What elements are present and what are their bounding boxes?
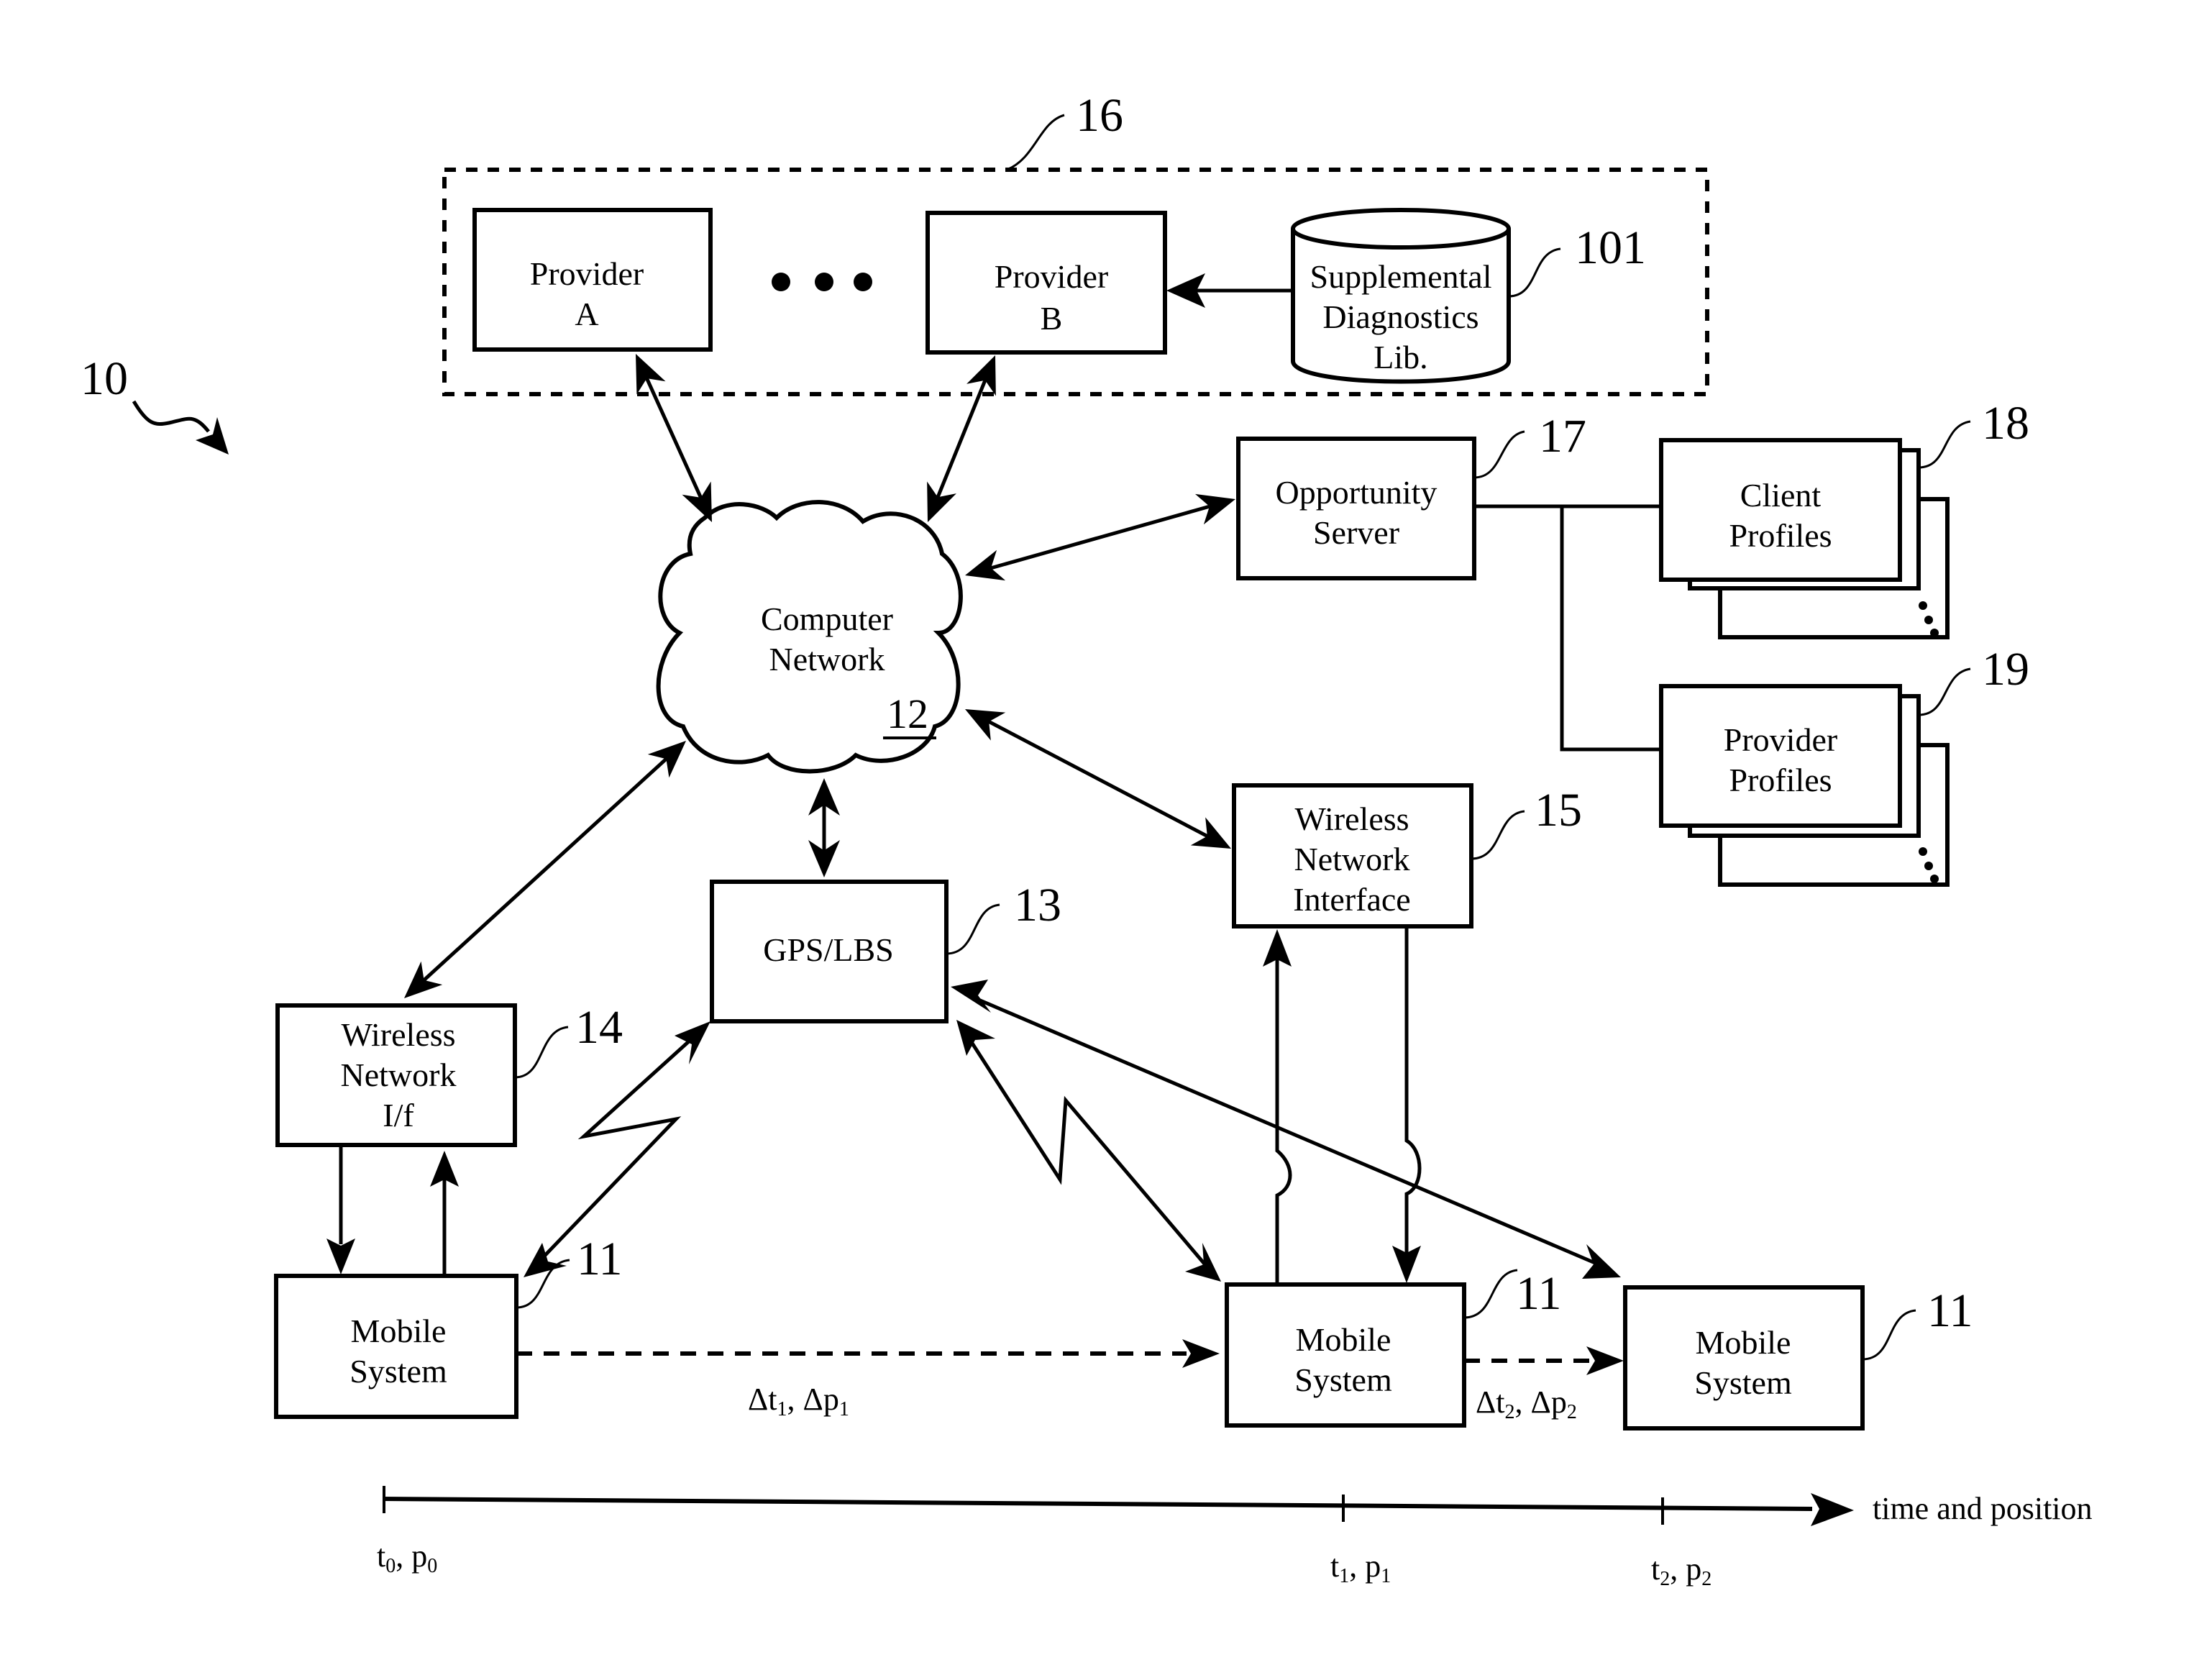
mobile-0-ref: 11 <box>577 1233 623 1285</box>
opportunity-server-ref: 17 <box>1539 410 1586 462</box>
mobile-2-ref: 11 <box>1927 1285 1973 1337</box>
mobile-0-line2: System <box>349 1353 447 1390</box>
provider-a-line2: A <box>575 296 598 332</box>
network-to-wireless-interface-arrowhead-icon <box>1190 817 1231 849</box>
supplemental-lib-ref: 101 <box>1575 222 1646 274</box>
profiles-bus-connector <box>1474 504 1661 752</box>
supplemental-lib-line3: Lib. <box>1374 339 1427 375</box>
wireless-if-ref: 14 <box>575 1001 623 1054</box>
gps-to-mobile-2-arrowhead-icon <box>951 980 991 1013</box>
gps-lbs-ref: 13 <box>1014 879 1061 931</box>
wireless-interface-line2: Network <box>1294 841 1410 877</box>
provider-profiles-line1: Provider <box>1724 721 1837 758</box>
provider-a-node[interactable]: Provider A <box>472 208 713 352</box>
system-ref-leader <box>132 400 210 433</box>
network-to-opportunity-server-connector <box>985 503 1215 572</box>
wireless-interface-to-mobile-1-links <box>1263 926 1422 1285</box>
supplemental-lib-leader <box>1508 247 1561 298</box>
opportunity-server-leader <box>1473 430 1525 479</box>
opportunity-server-line1: Opportunity <box>1276 474 1438 511</box>
network-to-wireless-interface-connector <box>983 717 1213 841</box>
timeline-arrowhead-icon <box>1811 1493 1854 1526</box>
provider-profiles-ref: 19 <box>1982 643 2029 695</box>
system-diagram: 10 16 Provider A Provider B Supplemental… <box>81 89 2093 1590</box>
provider-b-line2: B <box>1041 300 1063 337</box>
computer-network-ref: 12 <box>887 690 928 737</box>
opportunity-server-line2: Server <box>1313 514 1399 551</box>
wireless-interface-line1: Wireless <box>1294 800 1409 837</box>
wireless-if-line3: I/f <box>383 1097 414 1133</box>
wireless-network-if-node[interactable]: Wireless Network I/f 14 <box>275 1001 623 1147</box>
supplemental-lib-line1: Supplemental <box>1310 258 1492 295</box>
wireless-interface-ref: 15 <box>1535 784 1582 836</box>
provider-group-ref: 16 <box>1076 89 1123 142</box>
transition-t1-t2: Δt2, Δp2 <box>1464 1346 1624 1423</box>
system-ref: 10 <box>81 352 229 455</box>
transition-2-label: Δt2, Δp2 <box>1476 1384 1577 1423</box>
provider-profiles-leader <box>1918 667 1971 716</box>
client-profiles-line2: Profiles <box>1729 517 1832 554</box>
client-profiles-ref: 18 <box>1982 397 2029 450</box>
wireless-if-line1: Wireless <box>341 1016 455 1053</box>
transition-arrowhead-icon <box>1586 1346 1624 1375</box>
provider-profiles-node[interactable]: Provider Profiles 19 <box>1659 643 2029 887</box>
mobile-system-t0-node[interactable]: Mobile System 11 <box>274 1233 623 1419</box>
gps-lbs-label: GPS/LBS <box>763 931 894 968</box>
mobile-1-leader <box>1463 1269 1518 1319</box>
mobile-2-line2: System <box>1694 1364 1792 1401</box>
gps-to-mobile-2-link <box>951 980 1621 1279</box>
provider-a-to-network-connector <box>643 373 705 503</box>
more-providers-ellipsis <box>772 273 872 291</box>
timeline-tick-label-1: t1, p1 <box>1330 1548 1391 1587</box>
timeline-axis: time and position t0, p0 t1, p1 t2, p2 <box>377 1486 2093 1590</box>
timeline-tick-label-2: t2, p2 <box>1651 1551 1711 1590</box>
mobile-1-ref: 11 <box>1516 1267 1562 1320</box>
client-profiles-leader <box>1918 420 1971 469</box>
gps-lbs-leader <box>946 903 1000 955</box>
client-profiles-node[interactable]: Client Profiles 18 <box>1659 397 2029 639</box>
computer-network-line1: Computer <box>761 601 893 637</box>
provider-profiles-line2: Profiles <box>1729 762 1832 798</box>
mobile-2-line1: Mobile <box>1696 1324 1791 1361</box>
opportunity-server-node[interactable]: Opportunity Server 17 <box>1236 410 1586 580</box>
transition-arrowhead-icon <box>1182 1339 1220 1368</box>
computer-network-line2: Network <box>769 641 885 677</box>
wireless-interface-line3: Interface <box>1293 881 1410 918</box>
wireless-link-left-arrowhead-icon <box>524 1243 567 1277</box>
supplemental-diagnostics-lib-node[interactable]: Supplemental Diagnostics Lib. 101 <box>1291 208 1646 384</box>
mobile-1-line2: System <box>1294 1361 1392 1398</box>
computer-network-node[interactable]: Computer Network 12 <box>656 500 963 774</box>
mobile-1-line1: Mobile <box>1296 1321 1391 1358</box>
client-profiles-line1: Client <box>1740 477 1822 514</box>
transition-1-label: Δt1, Δp1 <box>748 1382 849 1420</box>
timeline-tick-label-0: t0, p0 <box>377 1538 437 1577</box>
provider-a-line1: Provider <box>530 255 644 292</box>
mobile-2-leader <box>1862 1309 1916 1361</box>
wireless-if-to-mobile-0-links <box>326 1145 459 1276</box>
wireless-if-leader <box>514 1026 569 1079</box>
mobile-system-t2-node[interactable]: Mobile System 11 <box>1623 1285 1973 1431</box>
network-to-wireless-if-connector <box>419 754 672 985</box>
system-ref-label: 10 <box>81 352 128 405</box>
provider-group-leader <box>1006 114 1065 171</box>
network-to-wireless-interface-arrowhead-icon <box>965 709 1006 741</box>
supplemental-lib-line2: Diagnostics <box>1322 298 1479 335</box>
wireless-if-line2: Network <box>341 1057 457 1093</box>
gps-lbs-node[interactable]: GPS/LBS 13 <box>710 879 1061 1023</box>
mobile-0-line1: Mobile <box>351 1313 447 1349</box>
wireless-link-right <box>956 1020 1221 1282</box>
wireless-network-interface-node[interactable]: Wireless Network Interface 15 <box>1232 783 1582 928</box>
provider-b-node[interactable]: Provider B <box>926 211 1167 355</box>
timeline-label: time and position <box>1873 1491 2093 1526</box>
provider-b-line1: Provider <box>995 258 1108 295</box>
transition-t0-t1: Δt1, Δp1 <box>516 1339 1220 1420</box>
wireless-link-left-arrowhead-icon <box>675 1021 710 1064</box>
wireless-interface-leader <box>1471 810 1525 860</box>
